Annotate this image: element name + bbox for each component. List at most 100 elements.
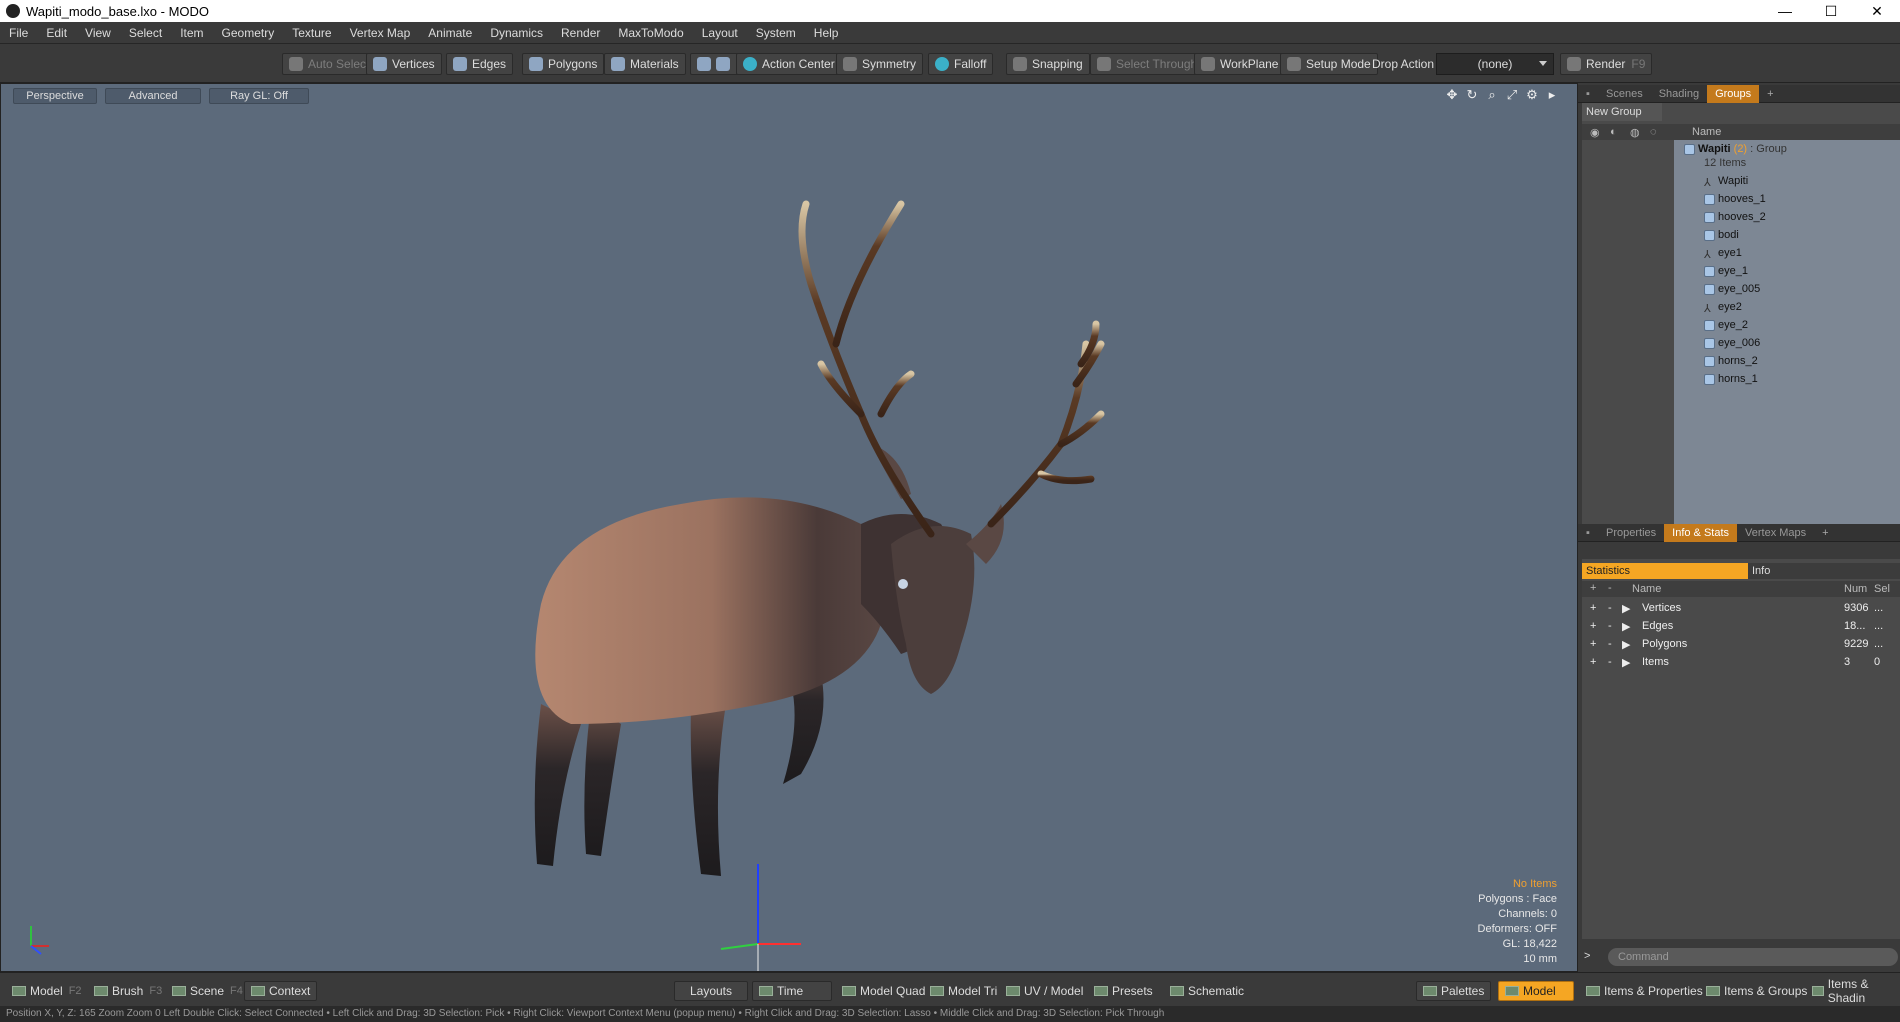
model-layout-button[interactable]: Model F2 [6,981,88,1001]
maximize-button[interactable]: ☐ [1808,0,1854,22]
model-tri-button[interactable]: Model Tri [924,981,1003,1001]
3d-viewport[interactable]: Perspective Advanced Ray GL: Off ✥ ↻ ⌕ ⤢… [0,83,1578,972]
context-button[interactable]: Context [244,981,318,1001]
menu-dynamics[interactable]: Dynamics [481,26,552,40]
eye-icon[interactable]: ◉ [1590,126,1600,139]
tree-item[interactable]: eye_2 [1704,316,1748,334]
menu-view[interactable]: View [76,26,120,40]
new-group-button[interactable]: New Group [1582,103,1662,121]
action-center-button[interactable]: Action Center [736,53,842,75]
model-active-button[interactable]: Model [1498,981,1574,1001]
drop-action-select[interactable]: (none) [1436,53,1554,75]
tab-groups[interactable]: Groups [1707,84,1760,103]
expand-all-icon[interactable]: + [1590,582,1596,594]
tree-item[interactable]: ⅄ eye1 [1704,244,1742,262]
menu-animate[interactable]: Animate [419,26,481,40]
menu-file[interactable]: File [0,26,37,40]
menu-item[interactable]: Item [171,26,212,40]
menu-render[interactable]: Render [552,26,609,40]
menu-edit[interactable]: Edit [37,26,76,40]
tree-item[interactable]: ⅄ eye2 [1704,298,1742,316]
minimize-button[interactable]: — [1762,0,1808,22]
tab-scenes[interactable]: Scenes [1598,85,1651,103]
stats-row-polygons[interactable]: + - ▶ Polygons 9229... [1582,635,1900,653]
symmetry-button[interactable]: Symmetry [836,53,923,75]
tab-shading[interactable]: Shading [1651,85,1707,103]
materials-button[interactable]: Materials [604,53,686,75]
edges-button[interactable]: Edges [446,53,514,75]
info-tab[interactable]: Info [1748,563,1900,579]
tree-item[interactable]: bodi [1704,226,1739,244]
render-toggle-icon[interactable]: ◐ [1610,126,1617,138]
setup-mode-button[interactable]: Setup Mode [1280,53,1378,75]
falloff-button[interactable]: Falloff [928,53,994,75]
menu-system[interactable]: System [747,26,805,40]
tree-item[interactable]: ⅄ Wapiti [1704,172,1748,190]
collapse-icon[interactable]: - [1608,620,1612,632]
auto-select-button[interactable]: Auto Select [282,53,377,75]
menu-geometry[interactable]: Geometry [213,26,284,40]
select-mode-button[interactable] [690,53,742,75]
brush-layout-button[interactable]: Brush F3 [88,981,168,1001]
expand-icon[interactable]: + [1590,602,1596,614]
command-input[interactable]: Command [1608,948,1898,966]
workplane-button[interactable]: WorkPlane [1194,53,1286,75]
statistics-tab[interactable]: Statistics [1582,563,1748,579]
expand-icon[interactable]: + [1590,638,1596,650]
items-properties-button[interactable]: Items & Properties [1580,981,1709,1001]
collapse-icon[interactable]: - [1608,602,1612,614]
tab-info-stats[interactable]: Info & Stats [1664,523,1738,542]
palettes-button[interactable]: Palettes [1416,981,1492,1001]
menu-layout[interactable]: Layout [693,26,747,40]
add-tab-button[interactable]: + [1814,524,1836,542]
layout-icon [172,986,186,996]
panel-menu-icon[interactable]: ▪ [1578,524,1598,542]
collapse-all-icon[interactable]: - [1608,582,1612,594]
visibility-columns[interactable] [1582,140,1674,540]
presets-button[interactable]: Presets [1088,981,1159,1001]
polygons-button[interactable]: Polygons [522,53,605,75]
time-button[interactable]: Time [752,981,832,1001]
items-shading-button[interactable]: Items & Shadin [1806,977,1900,1005]
close-button[interactable]: ✕ [1854,0,1900,22]
tree-item[interactable]: horns_1 [1704,370,1758,388]
collapse-icon[interactable]: - [1608,638,1612,650]
schematic-button[interactable]: Schematic [1164,981,1250,1001]
tree-item[interactable]: hooves_1 [1704,190,1766,208]
tree-item[interactable]: eye_1 [1704,262,1748,280]
panel-menu-icon[interactable]: ▪ [1578,85,1598,103]
groups-tree[interactable]: Wapiti (2) : Group 12 Items ⅄ Wapiti hoov… [1674,140,1900,540]
groups-header: ◉ ◐ ◍ ◌ Name [1582,124,1900,140]
menu-maxtomodo[interactable]: MaxToModo [609,26,692,40]
collapse-icon[interactable]: - [1608,656,1612,668]
scene-layout-button[interactable]: Scene F4 [166,981,249,1001]
expand-icon[interactable]: + [1590,620,1596,632]
tree-item[interactable]: eye_005 [1704,280,1760,298]
menu-vertex-map[interactable]: Vertex Map [341,26,420,40]
model-quad-button[interactable]: Model Quad [836,981,931,1001]
select-through-button[interactable]: Select Through [1090,53,1205,75]
select-toggle-icon[interactable]: ◌ [1650,126,1657,138]
tree-item[interactable]: horns_2 [1704,352,1758,370]
tree-item[interactable]: hooves_2 [1704,208,1766,226]
menu-texture[interactable]: Texture [283,26,340,40]
uv-model-button[interactable]: UV / Model [1000,981,1089,1001]
menu-select[interactable]: Select [120,26,171,40]
render-button[interactable]: Render F9 [1560,53,1653,75]
locator-icon: ⅄ [1704,248,1711,261]
add-tab-button[interactable]: + [1759,85,1781,103]
lock-icon[interactable]: ◍ [1630,126,1640,139]
layout-icon [1505,986,1519,996]
tab-properties[interactable]: Properties [1598,524,1664,542]
stats-row-items[interactable]: + - ▶ Items 3 0 [1582,653,1900,671]
tree-item[interactable]: eye_006 [1704,334,1760,352]
tab-vertex-maps[interactable]: Vertex Maps [1737,524,1814,542]
vertices-button[interactable]: Vertices [366,53,442,75]
expand-icon[interactable]: + [1590,656,1596,668]
menu-help[interactable]: Help [805,26,848,40]
layouts-button[interactable]: Layouts [674,981,748,1001]
snapping-button[interactable]: Snapping [1006,53,1090,75]
stats-row-edges[interactable]: + - ▶ Edges 18...... [1582,617,1900,635]
items-groups-button[interactable]: Items & Groups [1700,981,1813,1001]
stats-row-vertices[interactable]: + - ▶ Vertices 9306... [1582,599,1900,617]
